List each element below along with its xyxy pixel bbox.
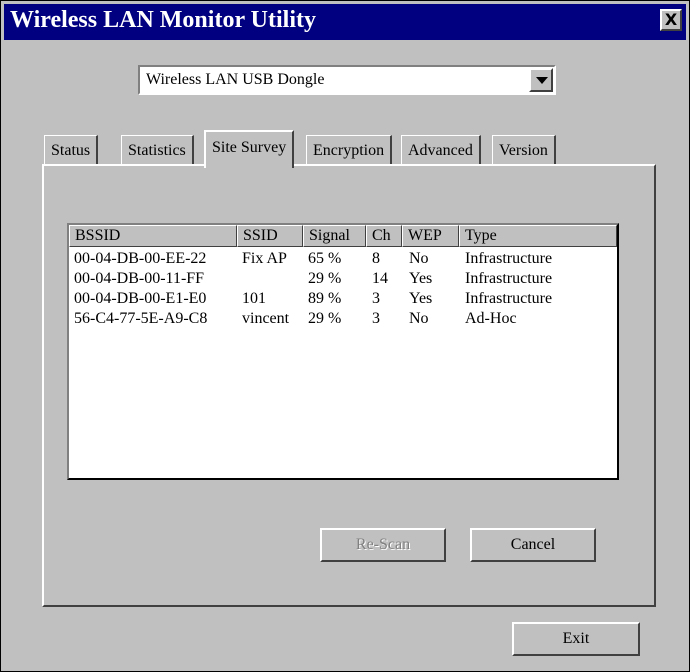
cell-wep: Yes (409, 290, 433, 307)
tab-version[interactable]: Version (492, 135, 556, 165)
cell-bssid: 00-04-DB-00-EE-22 (74, 250, 207, 267)
chevron-down-icon (536, 77, 548, 84)
tab-status[interactable]: Status (44, 135, 99, 165)
column-header-bssid[interactable]: BSSID (69, 225, 237, 247)
column-header-signal[interactable]: Signal (303, 225, 366, 247)
cell-ssid: 101 (242, 290, 266, 307)
column-header-type[interactable]: Type (459, 225, 617, 247)
cell-ssid: Fix AP (242, 250, 287, 267)
cell-signal: 65 % (308, 250, 342, 267)
dropdown-arrow-button[interactable] (529, 68, 553, 92)
cell-channel: 3 (372, 290, 380, 307)
close-button[interactable]: X (660, 9, 682, 31)
rescan-button[interactable]: Re-Scan (320, 528, 446, 562)
tab-encryption[interactable]: Encryption (306, 135, 393, 165)
adapter-select[interactable]: Wireless LAN USB Dongle (138, 65, 556, 95)
cell-bssid: 00-04-DB-00-E1-E0 (74, 290, 207, 307)
cancel-button[interactable]: Cancel (470, 528, 596, 562)
tab-site-survey[interactable]: Site Survey (204, 130, 295, 168)
cell-type: Ad-Hoc (465, 310, 517, 327)
cell-signal: 29 % (308, 310, 342, 327)
site-survey-list[interactable]: BSSID SSID Signal Ch WEP Type 00-04-DB-0… (67, 223, 619, 480)
cell-type: Infrastructure (465, 270, 553, 287)
tab-advanced[interactable]: Advanced (401, 135, 481, 165)
column-header-wep[interactable]: WEP (402, 225, 459, 247)
cell-ssid: vincent (242, 310, 290, 327)
cell-channel: 8 (372, 250, 380, 267)
cell-channel: 14 (372, 270, 388, 287)
cell-type: Infrastructure (465, 250, 553, 267)
cell-wep: Yes (409, 270, 433, 287)
cell-wep: No (409, 310, 429, 327)
cell-signal: 89 % (308, 290, 342, 307)
window-title: Wireless LAN Monitor Utility (10, 7, 316, 33)
cell-signal: 29 % (308, 270, 342, 287)
cell-type: Infrastructure (465, 290, 553, 307)
exit-button[interactable]: Exit (512, 622, 640, 656)
column-header-ssid[interactable]: SSID (237, 225, 303, 247)
cell-wep: No (409, 250, 429, 267)
adapter-select-value: Wireless LAN USB Dongle (146, 71, 325, 88)
cell-bssid: 00-04-DB-00-11-FF (74, 270, 205, 287)
cell-bssid: 56-C4-77-5E-A9-C8 (74, 310, 208, 327)
column-header-ch[interactable]: Ch (366, 225, 402, 247)
tab-statistics[interactable]: Statistics (121, 135, 194, 165)
title-bar[interactable]: Wireless LAN Monitor Utility X (4, 4, 686, 40)
cell-channel: 3 (372, 310, 380, 327)
